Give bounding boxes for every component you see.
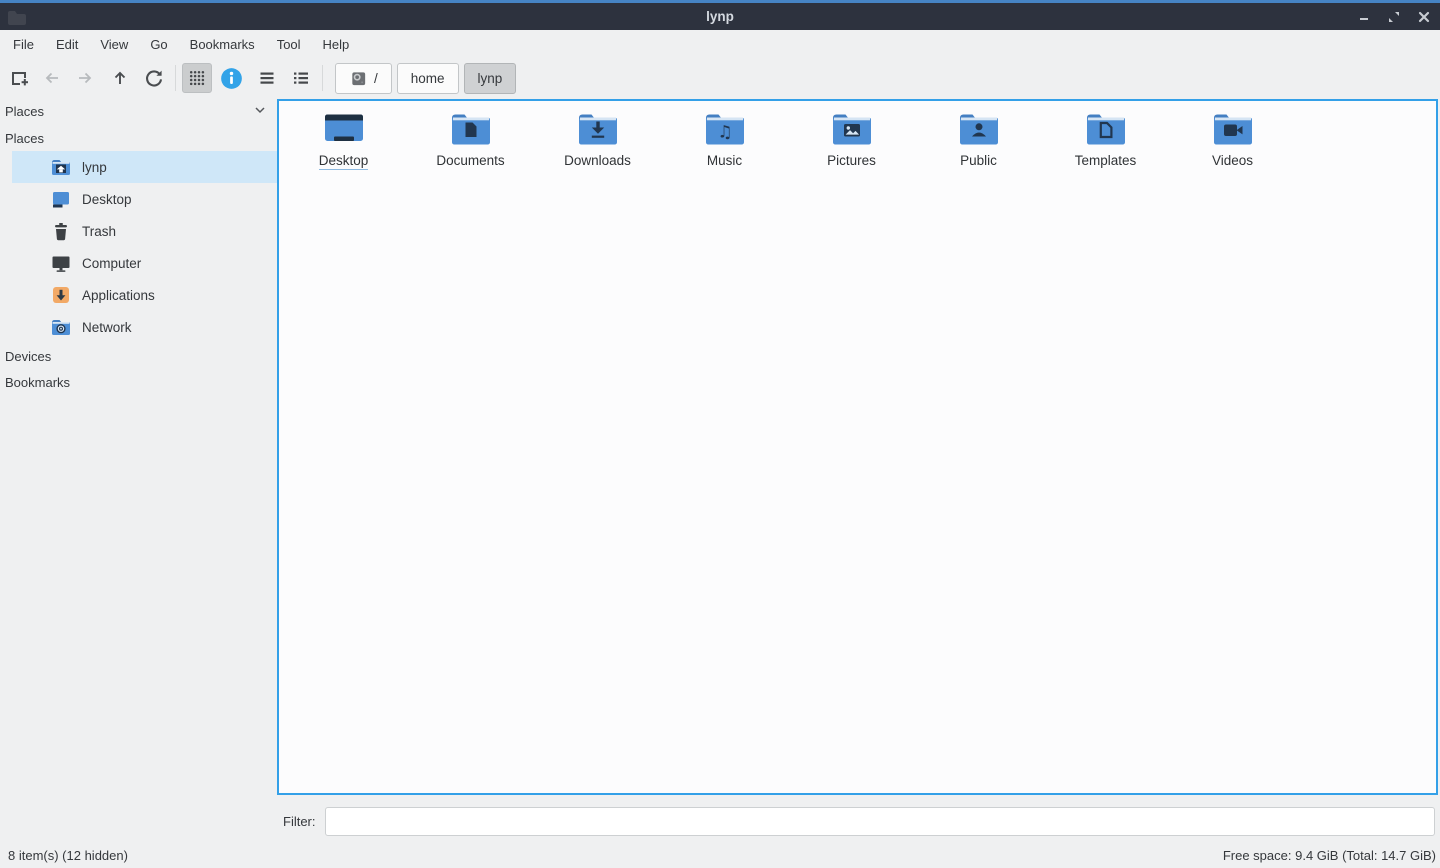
file-manager-window: lynp FileEditViewGoBookmarksToolHelp bbox=[0, 0, 1440, 868]
menu-bookmarks[interactable]: Bookmarks bbox=[179, 33, 266, 56]
sidebar-item-label: Network bbox=[82, 320, 132, 335]
folder-label: Public bbox=[960, 152, 997, 169]
folder-item-downloads[interactable]: Downloads bbox=[534, 111, 661, 169]
sidebar-item-lynp[interactable]: lynp bbox=[12, 151, 277, 183]
sidebar-item-label: Applications bbox=[82, 288, 155, 303]
window-body: Places Places lynp Desktop Trash Computer App… bbox=[0, 98, 1440, 798]
sidebar-item-applications[interactable]: Applications bbox=[12, 279, 277, 311]
documents-folder-icon bbox=[450, 111, 492, 147]
folder-label: Desktop bbox=[319, 152, 369, 170]
toolbar-separator bbox=[322, 65, 323, 91]
folder-item-videos[interactable]: Videos bbox=[1169, 111, 1296, 169]
filter-input[interactable] bbox=[325, 807, 1436, 836]
toolbar-separator bbox=[175, 65, 176, 91]
videos-folder-icon bbox=[1212, 111, 1254, 147]
filter-bar: Filter: bbox=[0, 798, 1440, 845]
pane-selector[interactable]: Places bbox=[0, 98, 277, 125]
sidebar-item-label: Trash bbox=[82, 224, 116, 239]
filter-label: Filter: bbox=[283, 814, 316, 829]
window-controls bbox=[1356, 3, 1432, 30]
folder-item-desktop[interactable]: Desktop bbox=[280, 111, 407, 170]
folder-item-templates[interactable]: Templates bbox=[1042, 111, 1169, 169]
sidebar-item-computer[interactable]: Computer bbox=[12, 247, 277, 279]
window-title: lynp bbox=[0, 9, 1440, 24]
compact-view-button[interactable] bbox=[252, 63, 282, 93]
up-button[interactable] bbox=[105, 63, 135, 93]
folder-home-icon bbox=[50, 156, 72, 178]
folder-item-public[interactable]: Public bbox=[915, 111, 1042, 169]
pictures-folder-icon bbox=[831, 111, 873, 147]
path-button-root[interactable]: / bbox=[335, 63, 392, 94]
applications-icon bbox=[50, 284, 72, 306]
folder-network-icon bbox=[50, 316, 72, 338]
svg-text:♫: ♫ bbox=[717, 123, 732, 143]
titlebar: lynp bbox=[0, 0, 1440, 30]
menu-tool[interactable]: Tool bbox=[266, 33, 312, 56]
music-folder-icon: ♫ bbox=[704, 111, 746, 147]
back-button bbox=[37, 63, 67, 93]
folder-label: Downloads bbox=[564, 152, 631, 169]
drive-icon bbox=[349, 69, 368, 88]
free-space-status: Free space: 9.4 GiB (Total: 14.7 GiB) bbox=[1223, 848, 1436, 863]
menu-file[interactable]: File bbox=[2, 33, 45, 56]
menu-edit[interactable]: Edit bbox=[45, 33, 89, 56]
menubar: FileEditViewGoBookmarksToolHelp bbox=[0, 30, 1440, 58]
refresh-button[interactable] bbox=[139, 63, 169, 93]
sidebar-section-devices: Devices bbox=[0, 343, 277, 369]
restore-icon[interactable] bbox=[1386, 9, 1402, 25]
sidebar: Places Places lynp Desktop Trash Computer App… bbox=[0, 98, 277, 798]
trash-icon bbox=[50, 220, 72, 242]
path-segment-label: / bbox=[374, 71, 378, 86]
folder-item-music[interactable]: ♫ Music bbox=[661, 111, 788, 169]
sidebar-section-places: Places bbox=[0, 125, 277, 151]
downloads-folder-icon bbox=[577, 111, 619, 147]
templates-folder-icon bbox=[1085, 111, 1127, 147]
chevron-down-icon bbox=[253, 103, 267, 120]
detailed-view-button[interactable] bbox=[286, 63, 316, 93]
sidebar-item-label: Computer bbox=[82, 256, 141, 271]
public-folder-icon bbox=[958, 111, 1000, 147]
items-count-status: 8 item(s) (12 hidden) bbox=[8, 848, 1223, 863]
folder-label: Videos bbox=[1212, 152, 1253, 169]
desktop-place-icon bbox=[50, 188, 72, 210]
sidebar-item-trash[interactable]: Trash bbox=[12, 215, 277, 247]
folder-label: Templates bbox=[1075, 152, 1137, 169]
folder-label: Documents bbox=[436, 152, 504, 169]
close-icon[interactable] bbox=[1416, 9, 1432, 25]
info-button[interactable] bbox=[216, 63, 246, 93]
statusbar: 8 item(s) (12 hidden) Free space: 9.4 Gi… bbox=[0, 845, 1440, 868]
desktop-folder-icon bbox=[323, 111, 365, 147]
app-folder-icon bbox=[6, 7, 26, 27]
folder-label: Pictures bbox=[827, 152, 876, 169]
minimize-icon[interactable] bbox=[1356, 9, 1372, 25]
sidebar-item-desktop[interactable]: Desktop bbox=[12, 183, 277, 215]
menu-view[interactable]: View bbox=[89, 33, 139, 56]
path-segment-label: home bbox=[411, 71, 445, 86]
folder-view[interactable]: Desktop Documents Downloads ♫ Music Pictures P… bbox=[277, 99, 1438, 795]
sidebar-item-label: Desktop bbox=[82, 192, 132, 207]
pane-selector-label: Places bbox=[5, 104, 253, 119]
toolbar: / home lynp bbox=[0, 58, 1440, 98]
path-segment-label: lynp bbox=[478, 71, 503, 86]
sidebar-item-label: lynp bbox=[82, 160, 107, 175]
menu-help[interactable]: Help bbox=[312, 33, 361, 56]
menu-go[interactable]: Go bbox=[139, 33, 178, 56]
icon-view-button[interactable] bbox=[182, 63, 212, 93]
path-button-home[interactable]: home bbox=[397, 63, 459, 94]
sidebar-item-network[interactable]: Network bbox=[12, 311, 277, 343]
path-button-lynp[interactable]: lynp bbox=[464, 63, 517, 94]
folder-item-pictures[interactable]: Pictures bbox=[788, 111, 915, 169]
folder-label: Music bbox=[707, 152, 742, 169]
new-tab-button[interactable] bbox=[4, 63, 34, 93]
folder-item-documents[interactable]: Documents bbox=[407, 111, 534, 169]
path-bar: / home lynp bbox=[335, 63, 516, 94]
computer-icon bbox=[50, 252, 72, 274]
sidebar-section-bookmarks: Bookmarks bbox=[0, 369, 277, 395]
forward-button bbox=[70, 63, 100, 93]
